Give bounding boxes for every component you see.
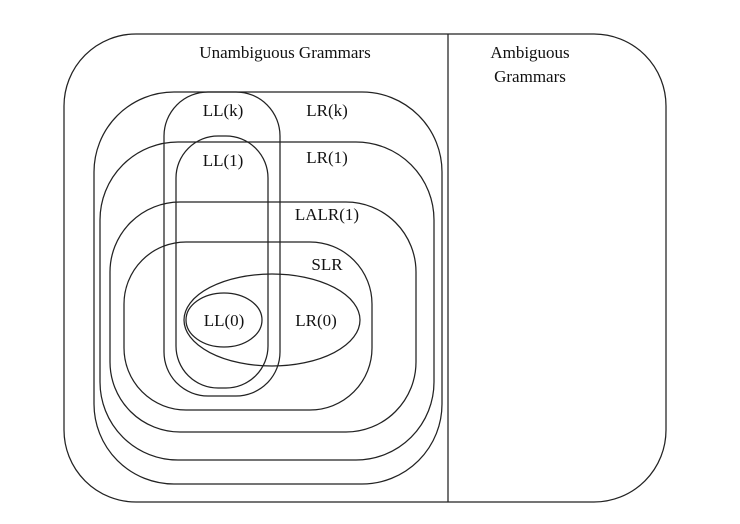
all-grammars-region <box>63 33 667 503</box>
unambiguous-grammars-label: Unambiguous Grammars <box>199 43 370 62</box>
llk-label: LL(k) <box>203 101 244 120</box>
ll0-label: LL(0) <box>204 311 245 330</box>
ambiguous-grammars-label-line1: Ambiguous <box>490 43 569 62</box>
llk-region <box>163 91 281 397</box>
grammar-hierarchy-diagram: Unambiguous Grammars Ambiguous Grammars … <box>63 33 667 503</box>
ambiguous-grammars-label-line2: Grammars <box>494 67 566 86</box>
lrk-label: LR(k) <box>306 101 348 120</box>
lr0-label: LR(0) <box>295 311 337 330</box>
lalr1-label: LALR(1) <box>295 205 359 224</box>
ll1-region <box>175 135 269 389</box>
lr1-label: LR(1) <box>306 148 348 167</box>
slr-label: SLR <box>311 255 343 274</box>
ll1-label: LL(1) <box>203 151 244 170</box>
lr1-region <box>99 141 435 461</box>
lalr1-region <box>109 201 417 433</box>
